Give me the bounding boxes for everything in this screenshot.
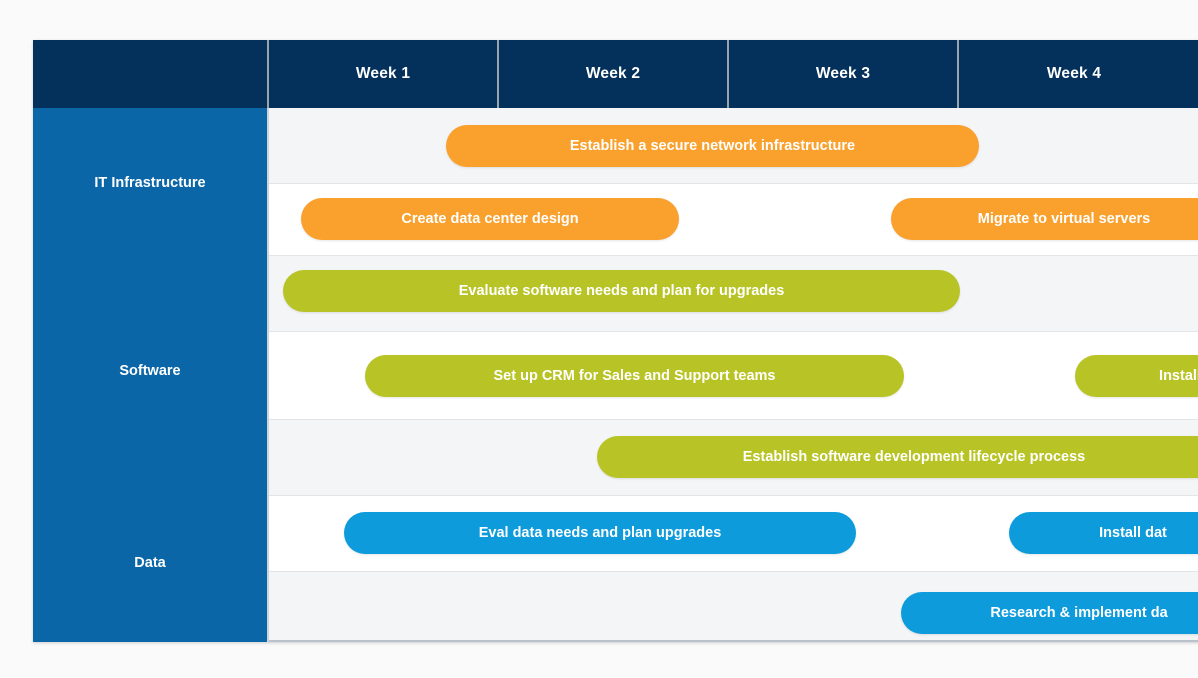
task-bar-set-up-crm[interactable]: Set up CRM for Sales and Support teams xyxy=(365,355,904,397)
gantt-table: Week 1 Week 2 Week 3 Week 4 IT Infrastru… xyxy=(33,40,1198,642)
header-week-1: Week 1 xyxy=(269,40,499,108)
task-bar-install-data[interactable]: Install dat xyxy=(1009,512,1198,554)
gantt-body: IT Infrastructure Software Data Establis… xyxy=(33,108,1198,642)
task-bar-label: Migrate to virtual servers xyxy=(977,211,1151,227)
task-bar-label: Install dat xyxy=(1099,525,1167,541)
header-week-3-label: Week 3 xyxy=(815,65,871,82)
task-bar-eval-data-needs[interactable]: Eval data needs and plan upgrades xyxy=(344,512,856,554)
task-bar-establish-secure-network[interactable]: Establish a secure network infrastructur… xyxy=(446,125,979,167)
task-bar-label: Create data center design xyxy=(401,211,579,227)
task-bar-migrate-to-virtual-servers[interactable]: Migrate to virtual servers xyxy=(891,198,1198,240)
task-bar-label: Research & implement da xyxy=(990,605,1168,621)
category-label-it-infrastructure: IT Infrastructure xyxy=(94,175,206,191)
task-bar-label: Install xyxy=(1159,368,1198,384)
task-bar-establish-sdlc-process[interactable]: Establish software development lifecycle… xyxy=(597,436,1198,478)
header-week-2: Week 2 xyxy=(499,40,729,108)
task-bar-label: Set up CRM for Sales and Support teams xyxy=(493,368,776,384)
task-bar-label: Eval data needs and plan upgrades xyxy=(478,525,722,541)
category-label-data: Data xyxy=(134,555,166,571)
task-bar-label: Establish software development lifecycle… xyxy=(742,449,1086,465)
task-rows-area: Establish a secure network infrastructur… xyxy=(269,108,1198,642)
task-bar-label: Evaluate software needs and plan for upg… xyxy=(458,283,785,299)
category-column: IT Infrastructure Software Data xyxy=(33,108,269,642)
task-bar-install-software[interactable]: Install xyxy=(1075,355,1198,397)
category-label-software: Software xyxy=(119,363,181,379)
table-bottom-border xyxy=(269,640,1198,642)
task-bar-create-data-center-design[interactable]: Create data center design xyxy=(301,198,679,240)
task-bar-evaluate-software-needs[interactable]: Evaluate software needs and plan for upg… xyxy=(283,270,960,312)
header-week-2-label: Week 2 xyxy=(585,65,641,82)
timeline-header-row: Week 1 Week 2 Week 3 Week 4 xyxy=(33,40,1198,108)
header-week-1-label: Week 1 xyxy=(355,65,411,82)
task-bar-label: Establish a secure network infrastructur… xyxy=(569,138,856,154)
header-week-4-label: Week 4 xyxy=(1046,65,1102,82)
gantt-chart: Week 1 Week 2 Week 3 Week 4 IT Infrastru… xyxy=(0,0,1198,678)
header-corner-cell xyxy=(33,40,269,108)
header-week-3: Week 3 xyxy=(729,40,959,108)
task-bar-research-implement-data[interactable]: Research & implement da xyxy=(901,592,1198,634)
header-week-4: Week 4 xyxy=(959,40,1189,108)
